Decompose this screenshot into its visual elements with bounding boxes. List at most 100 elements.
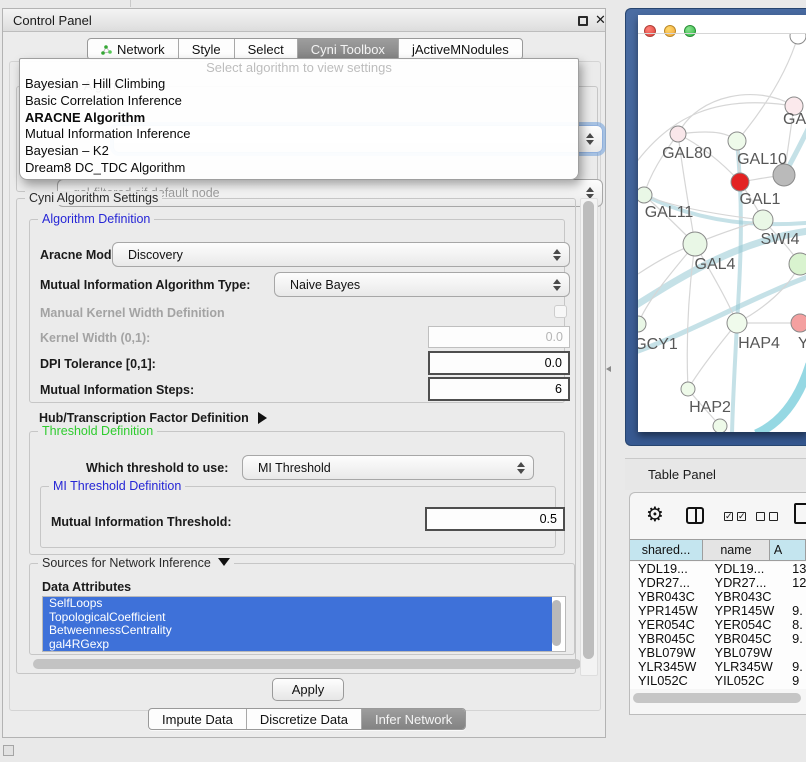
tab-select[interactable]: Select bbox=[234, 39, 297, 59]
mi-threshold-group-title: MI Threshold Definition bbox=[49, 479, 185, 493]
network-node[interactable] bbox=[790, 34, 806, 44]
column-header-1[interactable]: name bbox=[703, 540, 770, 560]
data-attribute-item[interactable]: gal4RGexp bbox=[43, 638, 552, 652]
settings-horizontal-scrollbar[interactable] bbox=[33, 659, 581, 671]
which-threshold-combo[interactable]: MI Threshold bbox=[242, 455, 534, 480]
scrollbar-thumb[interactable] bbox=[633, 693, 801, 703]
mi-threshold-field[interactable]: 0.5 bbox=[425, 507, 565, 531]
gear-icon[interactable]: ⚙ bbox=[646, 502, 664, 527]
tab-label: Infer Network bbox=[375, 712, 452, 727]
network-node[interactable] bbox=[638, 187, 652, 203]
tab-jactivemnodules[interactable]: jActiveMNodules bbox=[398, 39, 522, 59]
tab-discretize-data[interactable]: Discretize Data bbox=[246, 709, 361, 729]
table-cell: YDR27... bbox=[712, 576, 787, 590]
tab-cyni-toolbox[interactable]: Cyni Toolbox bbox=[297, 39, 398, 59]
threshold-definition-title: Threshold Definition bbox=[38, 424, 157, 438]
algorithm-definition-title: Algorithm Definition bbox=[38, 212, 154, 226]
algorithm-option[interactable]: ARACNE Algorithm bbox=[20, 110, 578, 127]
table-row[interactable]: YBL079WYBL079W bbox=[630, 646, 806, 660]
combo-arrows-icon bbox=[517, 462, 525, 474]
table-horizontal-scrollbar[interactable] bbox=[633, 693, 804, 704]
table-toolbar: ⚙ ✓✓ bbox=[630, 493, 806, 539]
table-row[interactable]: YDR27...YDR27...12 bbox=[630, 576, 806, 590]
scrollbar-thumb[interactable] bbox=[33, 659, 581, 669]
data-attribute-item[interactable]: SelfLoops bbox=[43, 597, 552, 611]
algorithm-option[interactable]: Bayesian – K2 bbox=[20, 143, 578, 160]
aracne-mode-combo[interactable]: Discovery bbox=[112, 242, 570, 267]
network-node[interactable] bbox=[731, 173, 749, 191]
export-table-icon[interactable] bbox=[794, 503, 806, 524]
table-row[interactable]: YIL052CYIL052C9 bbox=[630, 674, 806, 688]
combo-arrows-icon bbox=[586, 133, 594, 145]
kernel-width-field[interactable]: 0.0 bbox=[428, 326, 570, 348]
data-attribute-item[interactable]: TopologicalCoefficient bbox=[43, 611, 552, 625]
hub-definition-toggle[interactable]: Hub/Transcription Factor Definition bbox=[39, 411, 267, 425]
tab-style[interactable]: Style bbox=[178, 39, 234, 59]
algorithm-option[interactable]: Bayesian – Hill Climbing bbox=[20, 76, 578, 93]
scrollbar-thumb[interactable] bbox=[583, 201, 594, 659]
close-icon[interactable]: ✕ bbox=[595, 12, 606, 28]
list-scrollbar-thumb[interactable] bbox=[552, 600, 561, 646]
network-node[interactable] bbox=[681, 382, 695, 396]
select-all-checkboxes-icon[interactable]: ✓✓ bbox=[724, 512, 746, 521]
tab-infer-network[interactable]: Infer Network bbox=[361, 709, 465, 729]
node-label: GAL4 bbox=[695, 256, 736, 273]
data-attribute-item[interactable]: BetweennessCentrality bbox=[43, 624, 552, 638]
mi-steps-field[interactable]: 6 bbox=[428, 377, 570, 401]
network-node[interactable] bbox=[789, 253, 806, 275]
network-node[interactable] bbox=[713, 419, 727, 432]
algorithm-option[interactable]: Mutual Information Inference bbox=[20, 126, 578, 143]
float-window-icon[interactable] bbox=[578, 16, 588, 26]
network-node[interactable] bbox=[638, 316, 646, 332]
column-header-0[interactable]: shared... bbox=[630, 540, 703, 560]
table-row[interactable]: YDL19...YDL19...13 bbox=[630, 562, 806, 576]
dpi-tolerance-field[interactable]: 0.0 bbox=[428, 351, 570, 375]
table-row[interactable]: YBR045CYBR045C9. bbox=[630, 632, 806, 646]
tab-network[interactable]: Network bbox=[88, 39, 178, 59]
settings-vertical-scrollbar[interactable] bbox=[580, 198, 598, 676]
mi-type-value: Naive Bayes bbox=[275, 278, 360, 292]
aracne-mode-value: Discovery bbox=[113, 248, 183, 262]
network-node[interactable] bbox=[791, 314, 806, 332]
table-row[interactable]: YBR043CYBR043C bbox=[630, 590, 806, 604]
panel-divider-arrow-icon[interactable] bbox=[606, 366, 611, 372]
table-body: YDL19...YDL19...13YDR27...YDR27...12YBR0… bbox=[630, 562, 806, 689]
table-cell: YBR043C bbox=[630, 590, 712, 604]
columns-icon[interactable] bbox=[686, 507, 704, 524]
node-label: GAL1 bbox=[740, 191, 781, 208]
tab-impute-data[interactable]: Impute Data bbox=[149, 709, 246, 729]
sources-group-title[interactable]: Sources for Network Inference bbox=[38, 556, 234, 570]
deselect-all-checkboxes-icon[interactable] bbox=[756, 512, 778, 521]
table-cell: YPR145W bbox=[712, 604, 787, 618]
algorithm-option[interactable]: Basic Correlation Inference bbox=[20, 93, 578, 110]
apply-button[interactable]: Apply bbox=[272, 678, 344, 701]
dock-widget-icon[interactable] bbox=[3, 745, 14, 756]
table-row[interactable]: YER054CYER054C8. bbox=[630, 618, 806, 632]
network-node[interactable] bbox=[727, 313, 747, 333]
collapse-down-icon bbox=[218, 558, 230, 566]
popup-placeholder-text: Select algorithm to view settings bbox=[20, 59, 578, 76]
column-header-2[interactable]: A bbox=[770, 540, 806, 560]
table-cell: YER054C bbox=[712, 618, 787, 632]
table-cell bbox=[786, 590, 806, 604]
mi-threshold-label: Mutual Information Threshold: bbox=[51, 515, 232, 529]
data-attributes-list[interactable]: SelfLoopsTopologicalCoefficientBetweenne… bbox=[42, 596, 566, 652]
network-node[interactable] bbox=[670, 126, 686, 142]
table-row[interactable]: YLR345WYLR345W9. bbox=[630, 660, 806, 674]
network-node[interactable] bbox=[728, 132, 746, 150]
network-node[interactable] bbox=[753, 210, 773, 230]
tab-label: Network bbox=[117, 42, 165, 57]
algorithm-option[interactable]: Dream8 DC_TDC Algorithm bbox=[20, 160, 578, 177]
kernel-width-label: Kernel Width (0,1): bbox=[40, 331, 150, 345]
expand-right-icon bbox=[258, 412, 267, 424]
network-canvas[interactable]: GALGAL80GAL10GAL1GAL11SWI4GAL4GCY1HAP4YH… bbox=[638, 34, 806, 432]
mi-type-label: Mutual Information Algorithm Type: bbox=[40, 278, 250, 292]
network-node[interactable] bbox=[683, 232, 707, 256]
node-label: GAL bbox=[783, 111, 806, 128]
tab-label: Impute Data bbox=[162, 712, 233, 727]
manual-kernel-checkbox[interactable] bbox=[554, 305, 567, 318]
table-cell: 12 bbox=[786, 576, 806, 590]
mi-type-combo[interactable]: Naive Bayes bbox=[274, 272, 570, 297]
table-row[interactable]: YPR145WYPR145W9. bbox=[630, 604, 806, 618]
algorithm-dropdown-popup: Select algorithm to view settings Bayesi… bbox=[19, 58, 579, 180]
